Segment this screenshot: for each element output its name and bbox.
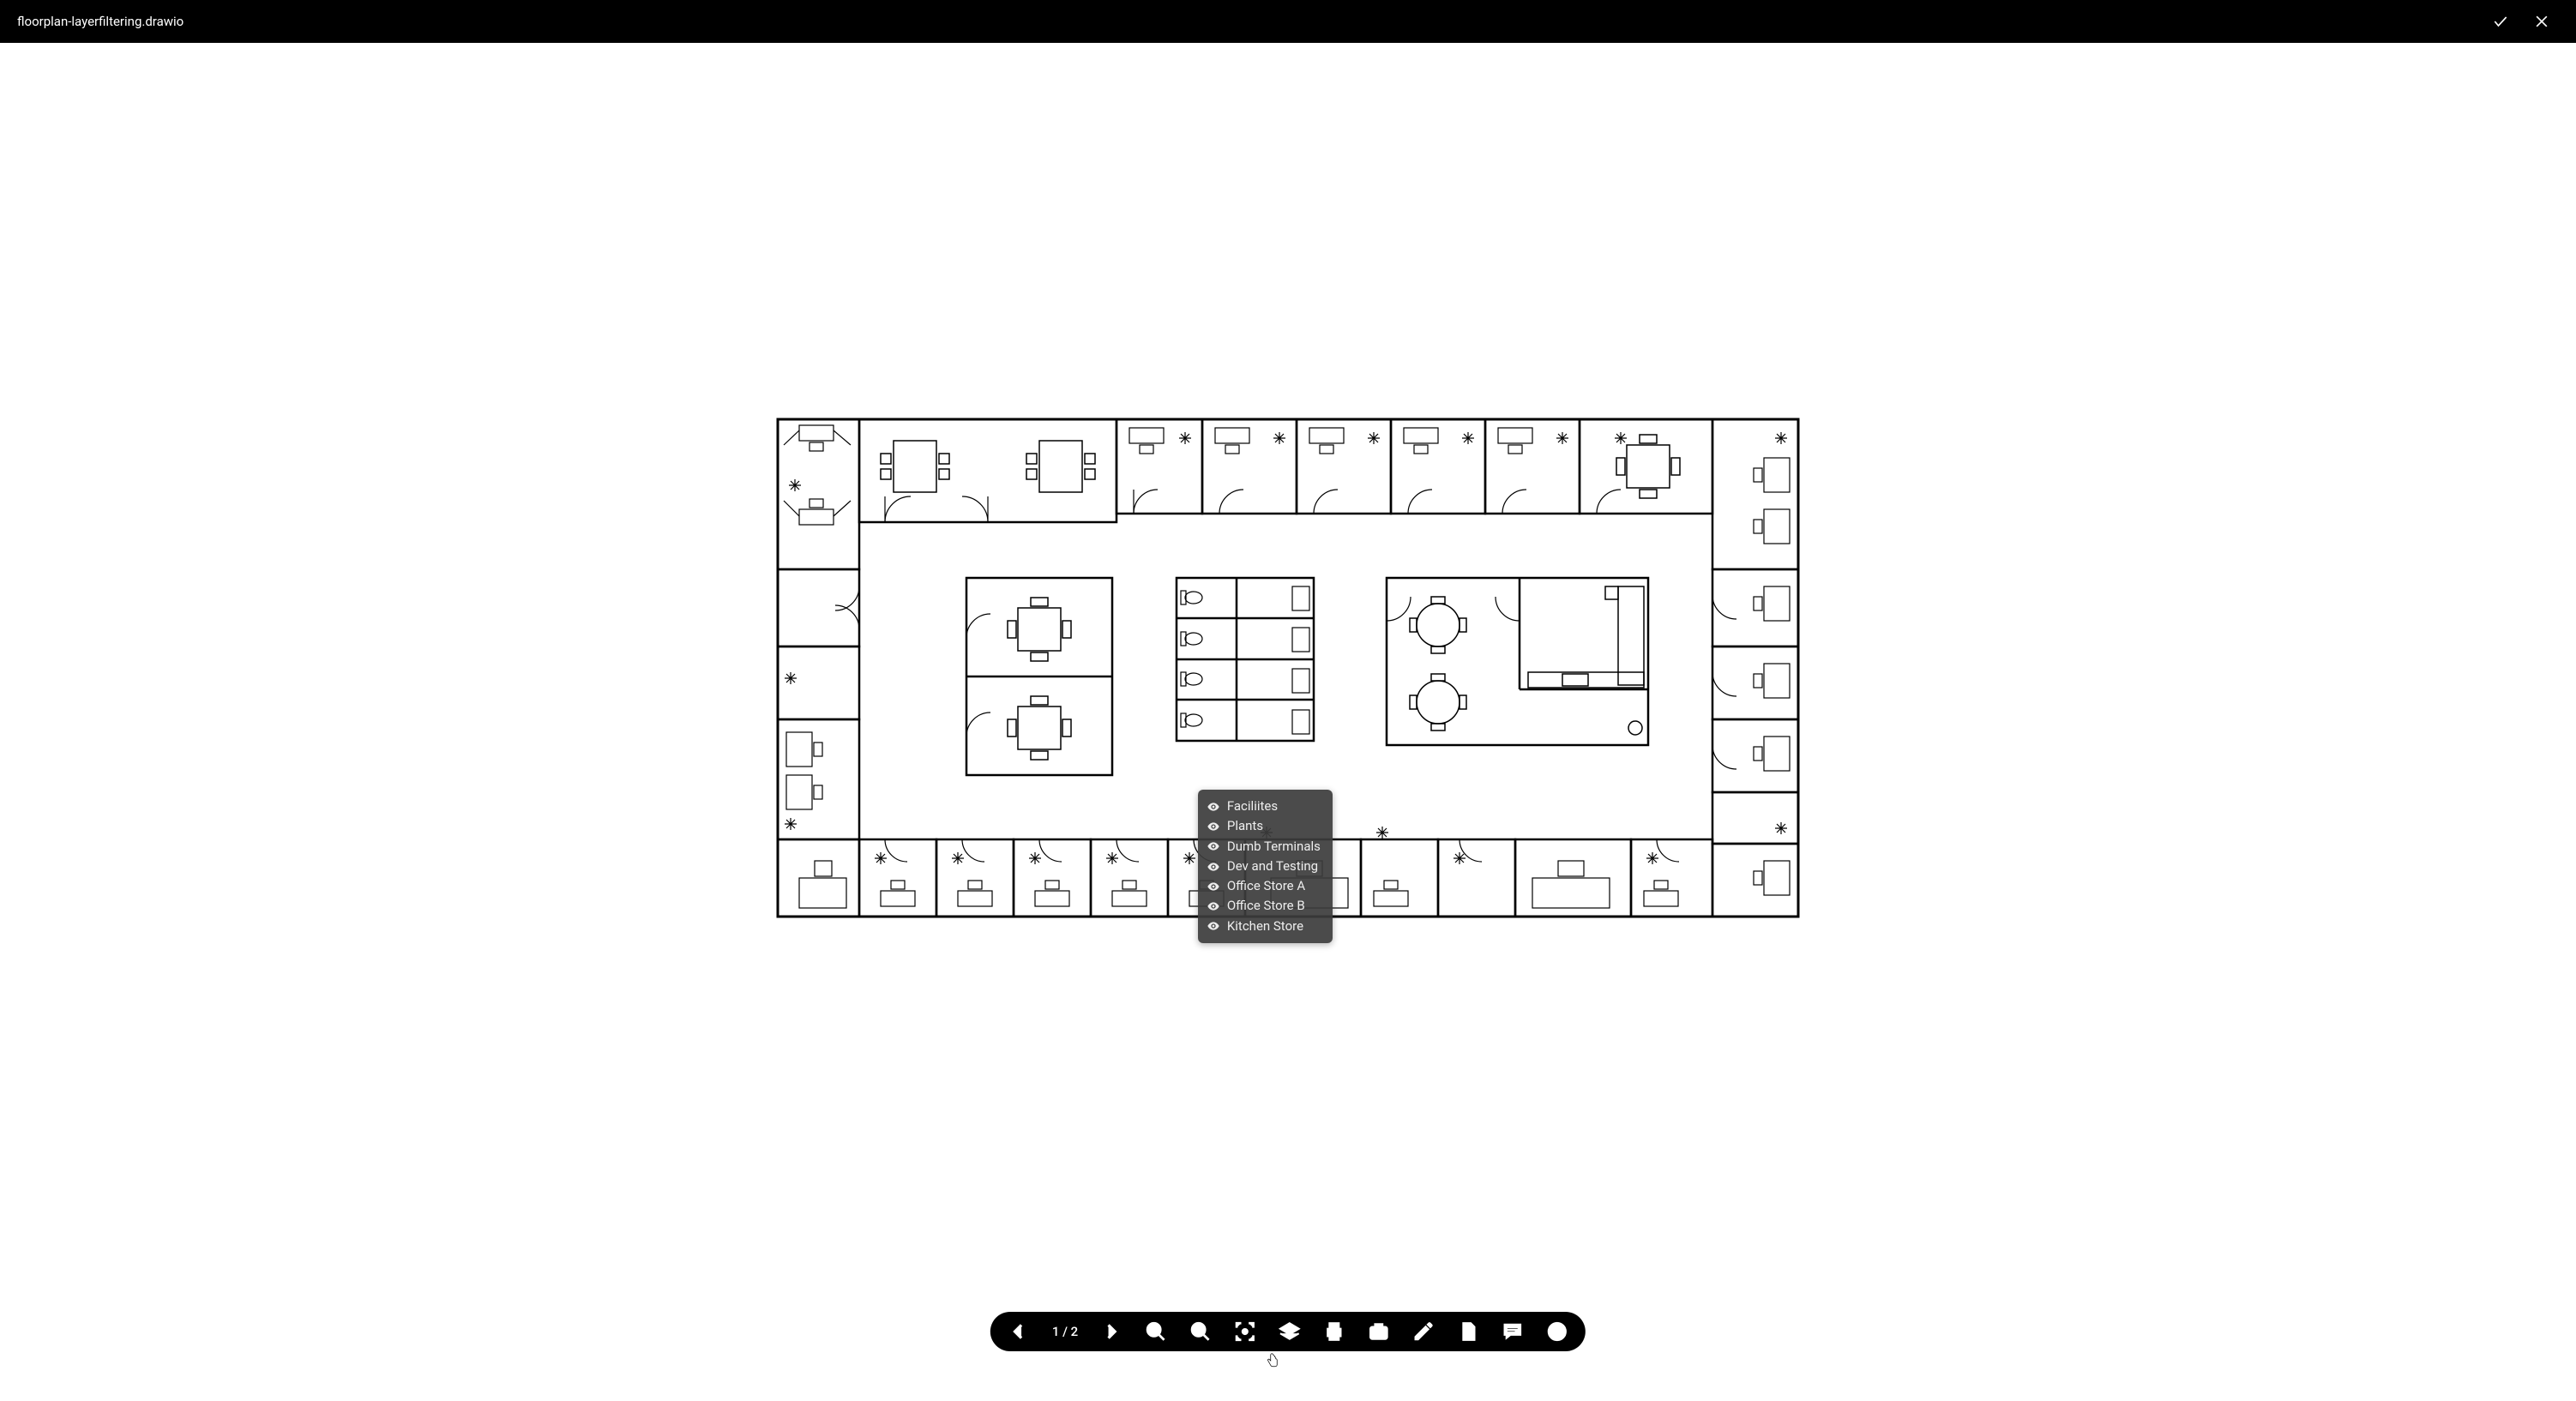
eye-icon [1207, 860, 1220, 874]
layer-toggle-dumb-terminals[interactable]: Dumb Terminals [1207, 837, 1321, 857]
layer-label: Faciliites [1227, 797, 1278, 816]
close-button[interactable] [2525, 4, 2559, 39]
close-icon [2533, 13, 2550, 30]
viewer-toolbar: 1 / 2 [990, 1312, 1586, 1351]
diagram-canvas[interactable]: Faciliites Plants Dumb Terminals Dev and… [0, 43, 2576, 1401]
layer-toggle-plants[interactable]: Plants [1207, 816, 1321, 836]
layer-label: Office Store B [1227, 896, 1305, 916]
eye-icon [1207, 899, 1220, 913]
close-viewer-button[interactable] [1544, 1319, 1570, 1344]
layer-toggle-office-store-a[interactable]: Office Store A [1207, 876, 1321, 896]
edit-button[interactable] [1411, 1319, 1436, 1344]
camera-icon [1368, 1320, 1390, 1343]
close-circle-icon [1546, 1320, 1568, 1343]
layer-label: Kitchen Store [1227, 917, 1303, 936]
print-icon [1323, 1320, 1345, 1343]
layers-popup: Faciliites Plants Dumb Terminals Dev and… [1198, 790, 1333, 943]
check-icon [2492, 13, 2509, 30]
chevron-left-icon [1008, 1320, 1030, 1343]
fit-screen-icon [1234, 1320, 1256, 1343]
print-button[interactable] [1321, 1319, 1347, 1344]
eye-icon [1207, 820, 1220, 833]
confirm-button[interactable] [2483, 4, 2518, 39]
chevron-right-icon [1100, 1320, 1122, 1343]
zoom-in-button[interactable] [1188, 1319, 1213, 1344]
layer-toggle-dev-testing[interactable]: Dev and Testing [1207, 857, 1321, 876]
header-bar: floorplan-layerfiltering.drawio [0, 0, 2576, 43]
next-page-button[interactable] [1098, 1319, 1124, 1344]
zoom-out-icon [1145, 1320, 1167, 1343]
file-icon [1457, 1320, 1479, 1343]
cursor-pointer-icon [1265, 1353, 1280, 1368]
page-indicator: 1 / 2 [1050, 1324, 1080, 1339]
prev-page-button[interactable] [1006, 1319, 1032, 1344]
comment-icon [1502, 1320, 1524, 1343]
comments-button[interactable] [1500, 1319, 1526, 1344]
eye-icon [1207, 800, 1220, 814]
export-image-button[interactable] [1366, 1319, 1392, 1344]
layers-icon [1279, 1320, 1301, 1343]
layer-toggle-kitchen-store[interactable]: Kitchen Store [1207, 917, 1321, 936]
zoom-in-icon [1189, 1320, 1212, 1343]
eye-icon [1207, 839, 1220, 853]
zoom-out-button[interactable] [1143, 1319, 1169, 1344]
layer-label: Dev and Testing [1227, 857, 1318, 876]
header-actions [2483, 4, 2559, 39]
eye-icon [1207, 919, 1220, 933]
layer-toggle-facilities[interactable]: Faciliites [1207, 797, 1321, 816]
layer-label: Dumb Terminals [1227, 837, 1321, 857]
layers-button[interactable] [1277, 1319, 1303, 1344]
eye-icon [1207, 880, 1220, 893]
layer-toggle-office-store-b[interactable]: Office Store B [1207, 896, 1321, 916]
pencil-icon [1412, 1320, 1435, 1343]
copy-button[interactable] [1455, 1319, 1481, 1344]
fit-button[interactable] [1232, 1319, 1258, 1344]
layer-label: Plants [1227, 816, 1263, 836]
file-title: floorplan-layerfiltering.drawio [17, 14, 2483, 29]
layer-label: Office Store A [1227, 876, 1305, 896]
